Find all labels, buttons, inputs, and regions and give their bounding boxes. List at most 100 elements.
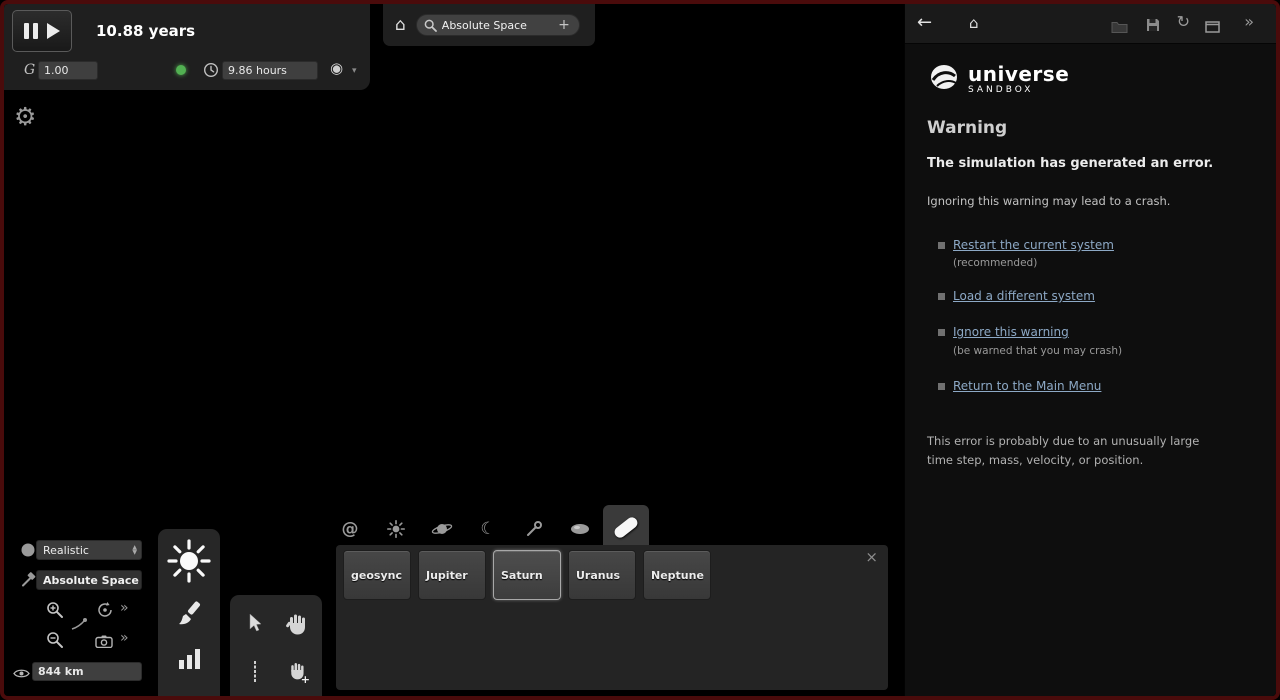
bullet-icon (938, 292, 945, 300)
bullet-icon (938, 328, 945, 336)
close-icon[interactable]: × (865, 548, 878, 566)
play-button[interactable] (47, 23, 60, 39)
universe-sandbox-logo: universe SANDBOX (927, 60, 1069, 98)
time-control-panel: 10.88 years G ◉ ▾ (4, 4, 370, 90)
select-cursor-icon[interactable] (247, 613, 263, 637)
chart-tool-icon[interactable] (178, 649, 200, 669)
option-restart: Restart the current system (938, 238, 1114, 252)
tools-icon (527, 521, 542, 536)
reference-frame-value: Absolute Space (43, 573, 139, 587)
tab-star[interactable] (373, 509, 419, 549)
tab-galaxy[interactable]: @ (327, 509, 373, 549)
pointer-palette: + (230, 595, 322, 696)
star-tool-icon[interactable] (167, 539, 211, 587)
warning-title: Warning (927, 118, 1008, 138)
asteroid-icon (571, 524, 589, 534)
fast-forward-icon[interactable]: » (120, 600, 129, 616)
info-nav-bar: ← ⌂ ↻ » (905, 4, 1276, 44)
render-mode-select[interactable]: Realistic ▲ ▼ (36, 540, 142, 560)
capsule-icon (612, 514, 640, 540)
paint-brush-icon[interactable] (174, 599, 204, 633)
view-scale-input[interactable] (32, 662, 142, 681)
gravity-label: G (24, 62, 36, 78)
tab-planet[interactable] (419, 509, 465, 549)
wrench-icon (20, 572, 36, 592)
galaxy-icon: @ (341, 519, 359, 539)
error-footer: This error is probably due to an unusual… (927, 432, 1199, 470)
add-icon[interactable]: + (558, 17, 570, 33)
error-subtext: Ignoring this warning may lead to a cras… (927, 194, 1171, 208)
time-step-input[interactable] (222, 61, 318, 80)
app-window: 10.88 years G ◉ ▾ ⚙ ⌂ + Realistic ▲▼ (0, 0, 1280, 700)
tab-moon[interactable]: ☾ (465, 509, 511, 549)
render-mode-icon (20, 542, 36, 562)
ignore-warning-link[interactable]: Ignore this warning (953, 325, 1069, 339)
tab-objects-active[interactable] (603, 505, 649, 549)
search-icon (424, 19, 437, 32)
clock-icon (203, 62, 219, 82)
home-icon[interactable]: ⌂ (969, 14, 979, 32)
main-menu-link[interactable]: Return to the Main Menu (953, 379, 1101, 393)
object-button-jupiter[interactable]: Jupiter (418, 550, 486, 600)
gravity-input[interactable] (38, 61, 98, 80)
home-icon[interactable]: ⌂ (395, 15, 406, 35)
ignore-note: (be warned that you may crash) (953, 345, 1123, 357)
bullet-icon (938, 382, 945, 390)
folder-icon[interactable] (1111, 18, 1128, 37)
focus-input[interactable] (441, 18, 559, 32)
object-button-neptune[interactable]: Neptune (643, 550, 711, 600)
object-picker-panel: × geosync Jupiter Saturn Uranus Neptune (336, 545, 888, 690)
logo-swirl-icon (927, 60, 961, 98)
moon-icon: ☾ (480, 519, 496, 539)
object-button-geosync[interactable]: geosync (343, 550, 411, 600)
error-footer-line2: time step, mass, velocity, or position. (927, 453, 1144, 467)
object-button-uranus[interactable]: Uranus (568, 550, 636, 600)
focus-search-box[interactable]: + (415, 14, 580, 36)
bullet-icon (938, 241, 945, 249)
logo-wordmark: universe (968, 61, 1070, 86)
logo-subtitle: SANDBOX (968, 84, 1034, 95)
ringed-planet-icon (431, 524, 453, 534)
reference-frame-field[interactable]: Absolute Space (36, 570, 142, 590)
zoom-in-icon[interactable] (46, 601, 64, 623)
camera-icon[interactable] (95, 633, 113, 652)
orbit-rotate-icon[interactable] (96, 601, 114, 623)
object-button-row: geosync Jupiter Saturn Uranus Neptune (343, 550, 711, 600)
expand-chevrons-icon[interactable]: » (1244, 12, 1254, 31)
settings-gear-icon[interactable]: ⚙ (14, 102, 36, 131)
back-icon[interactable]: ← (917, 12, 932, 33)
refresh-icon[interactable]: ↻ (1177, 12, 1190, 31)
info-panel: ← ⌂ ↻ » universe SANDBOX Warning The sim… (904, 4, 1276, 696)
tab-tools[interactable] (511, 509, 557, 549)
pan-hand-icon[interactable] (286, 611, 308, 639)
option-main-menu: Return to the Main Menu (938, 379, 1101, 393)
star-icon (387, 520, 405, 538)
render-mode-value: Realistic (43, 543, 89, 557)
playback-controls (12, 10, 72, 52)
spinner-icon[interactable]: ▲ ▼ (132, 545, 137, 556)
option-ignore: Ignore this warning (938, 325, 1069, 339)
pause-button[interactable] (24, 23, 38, 39)
load-system-link[interactable]: Load a different system (953, 289, 1095, 303)
grab-add-icon[interactable]: + (288, 660, 310, 686)
caret-down-icon[interactable]: ▾ (352, 66, 357, 76)
object-button-saturn[interactable]: Saturn (493, 550, 561, 600)
zoom-out-icon[interactable] (46, 631, 64, 653)
eye-icon (13, 664, 30, 683)
save-icon[interactable] (1146, 17, 1160, 36)
error-footer-line1: This error is probably due to an unusual… (927, 434, 1200, 448)
focus-bar: ⌂ + (383, 4, 595, 46)
fast-forward-icon[interactable]: » (120, 630, 129, 646)
object-tab-strip: @ ☾ (327, 505, 649, 549)
error-heading: The simulation has generated an error. (927, 156, 1214, 171)
marquee-select-icon[interactable] (254, 661, 256, 683)
restart-system-link[interactable]: Restart the current system (953, 238, 1114, 252)
tab-asteroid[interactable] (557, 509, 603, 549)
camera-tilt-icon[interactable] (70, 616, 88, 635)
window-icon[interactable] (1205, 18, 1220, 37)
simulation-running-indicator (176, 65, 186, 75)
target-icon[interactable]: ◉ (330, 59, 343, 77)
elapsed-time: 10.88 years (96, 22, 196, 40)
restart-note: (recommended) (953, 257, 1038, 269)
option-load: Load a different system (938, 289, 1095, 303)
